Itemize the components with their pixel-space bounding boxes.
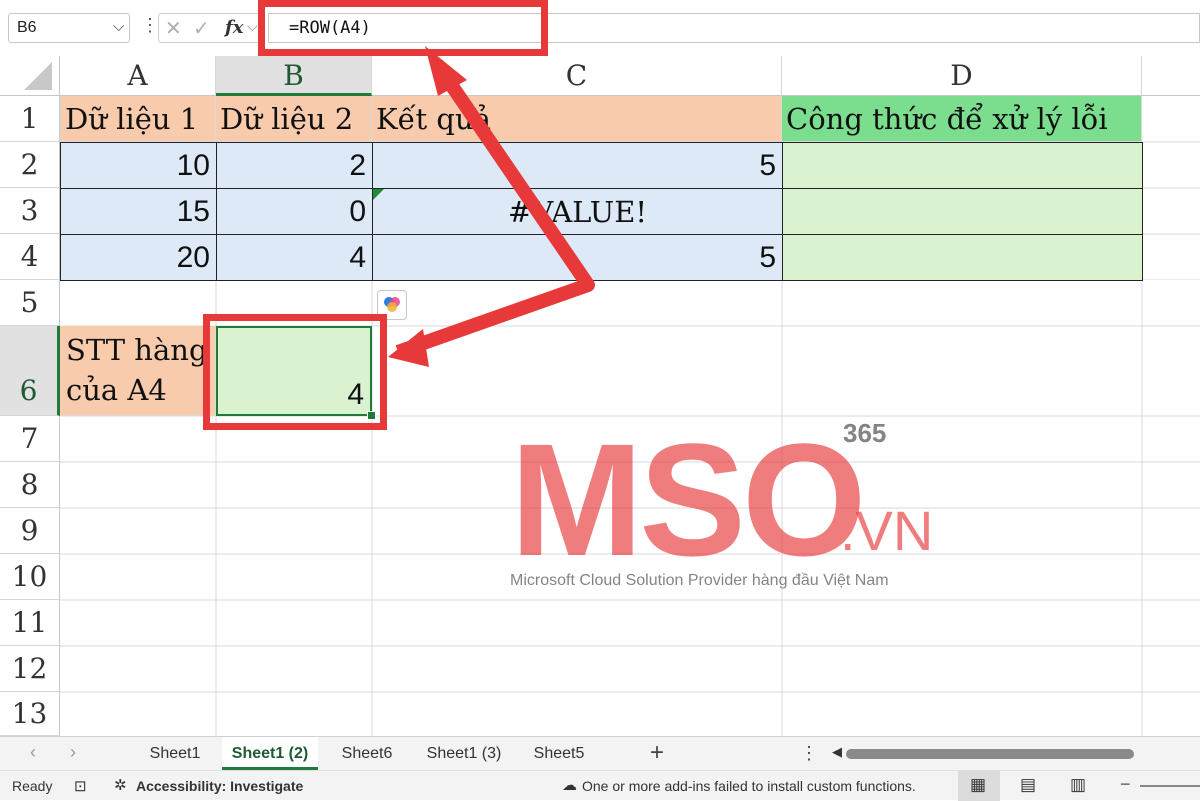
tabs-more-icon[interactable]: ⋮	[800, 743, 818, 764]
sheet-tab-sheet6[interactable]: Sheet6	[332, 737, 402, 770]
sheet-tab-sheet1-3[interactable]: Sheet1 (3)	[416, 737, 512, 770]
watermark-mso: MSO	[510, 410, 866, 589]
watermark-logo: MSO 365 .VN Microsoft Cloud Solution Pro…	[510, 410, 940, 610]
scroll-tabs-right-icon[interactable]: ›	[70, 742, 76, 763]
watermark-365: 365	[843, 418, 887, 448]
addin-warning-icon: ☁	[562, 777, 577, 794]
add-sheet-icon[interactable]: +	[650, 739, 664, 767]
scroll-tabs-left-icon[interactable]: ‹	[30, 742, 36, 763]
macro-recorder-icon[interactable]: ⊡	[74, 777, 87, 795]
zoom-out-icon[interactable]: −	[1120, 774, 1131, 795]
zoom-slider[interactable]	[1140, 785, 1200, 787]
sheet-tab-sheet5[interactable]: Sheet5	[524, 737, 594, 770]
annotation-arrow	[388, 46, 595, 367]
accessibility-icon[interactable]: ✲	[114, 776, 127, 794]
worksheet-grid: A B C D 1 2 3 4 5 6 7 8 9 10 11 12 13 Dữ…	[0, 46, 1200, 736]
watermark-tagline: Microsoft Cloud Solution Provider hàng đ…	[510, 572, 889, 589]
horizontal-scrollbar[interactable]	[846, 749, 1134, 759]
addin-message[interactable]: One or more add-ins failed to install cu…	[582, 778, 916, 794]
watermark-vn: .VN	[840, 499, 934, 562]
accessibility-status[interactable]: Accessibility: Investigate	[136, 778, 303, 794]
status-bar: Ready ⊡ ✲ Accessibility: Investigate ☁ O…	[0, 770, 1200, 801]
status-ready: Ready	[12, 778, 53, 794]
sheet-tab-sheet1-2[interactable]: Sheet1 (2)	[222, 737, 318, 770]
page-layout-view-icon[interactable]: ▤	[1020, 775, 1036, 795]
sheet-tab-sheet1[interactable]: Sheet1	[140, 737, 210, 770]
page-break-view-icon[interactable]: ▥	[1070, 775, 1086, 795]
grid-view-icon: ▦	[970, 775, 987, 794]
scroll-left-icon[interactable]: ◀	[832, 744, 842, 760]
normal-view-button[interactable]: ▦	[958, 771, 1000, 801]
sheet-tabs-bar: ‹ › Sheet1 Sheet1 (2) Sheet6 Sheet1 (3) …	[0, 736, 1200, 770]
